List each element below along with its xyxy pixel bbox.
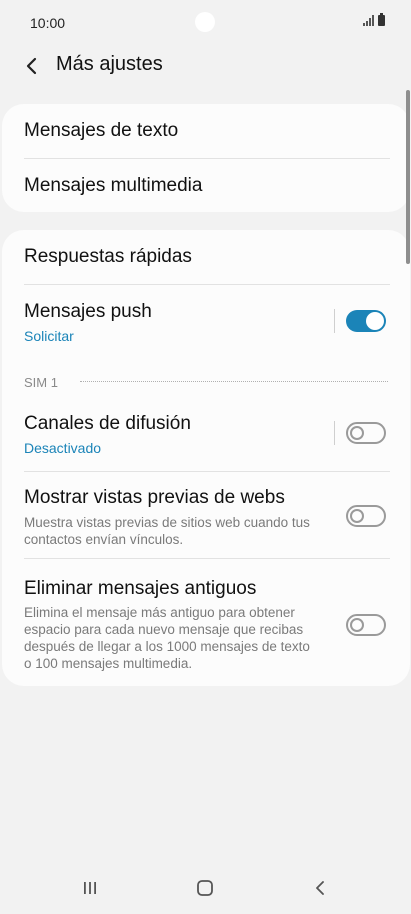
camera-cutout bbox=[195, 12, 215, 32]
text-messages-item[interactable]: Mensajes de texto bbox=[2, 104, 410, 159]
status-bar: 10:00 bbox=[0, 0, 411, 44]
cell-broadcast-value: Desactivado bbox=[24, 440, 102, 456]
quick-replies-item[interactable]: Respuestas rápidas bbox=[2, 230, 410, 284]
cell-broadcast-item[interactable]: Canales de difusión Desactivado bbox=[2, 400, 410, 470]
signal-icon bbox=[363, 15, 374, 26]
push-messages-label: Mensajes push bbox=[24, 301, 152, 322]
web-previews-description: Muestra vistas previas de sitios web cua… bbox=[24, 515, 310, 547]
delete-old-messages-item[interactable]: Eliminar mensajes antiguos Elimina el me… bbox=[2, 559, 410, 686]
cell-broadcast-label: Canales de difusión bbox=[24, 413, 191, 434]
delete-old-messages-toggle[interactable] bbox=[346, 614, 386, 636]
web-previews-label: Mostrar vistas previas de webs bbox=[24, 487, 285, 508]
push-messages-value: Solicitar bbox=[24, 328, 74, 344]
vertical-separator bbox=[334, 309, 335, 333]
multimedia-messages-label: Mensajes multimedia bbox=[24, 175, 203, 196]
settings-group-advanced: Respuestas rápidas Mensajes push Solicit… bbox=[2, 230, 410, 686]
cell-broadcast-toggle[interactable] bbox=[346, 422, 386, 444]
push-messages-item[interactable]: Mensajes push Solicitar bbox=[2, 285, 410, 365]
sim-section-divider bbox=[80, 381, 388, 382]
nav-back-icon bbox=[316, 881, 324, 895]
home-icon bbox=[197, 880, 213, 896]
text-messages-label: Mensajes de texto bbox=[24, 120, 179, 141]
status-time: 10:00 bbox=[30, 15, 66, 31]
navigation-bar bbox=[0, 862, 411, 914]
app-bar: Más ajustes bbox=[0, 44, 411, 88]
home-button[interactable] bbox=[185, 874, 225, 902]
vertical-separator bbox=[334, 421, 335, 445]
recents-button[interactable] bbox=[70, 874, 110, 902]
quick-replies-label: Respuestas rápidas bbox=[24, 246, 192, 267]
page-title: Más ajustes bbox=[56, 53, 163, 75]
sim-section-label: SIM 1 bbox=[24, 375, 58, 390]
status-icons bbox=[363, 13, 385, 26]
delete-old-messages-label: Eliminar mensajes antiguos bbox=[24, 578, 257, 599]
settings-group-messages: Mensajes de texto Mensajes multimedia bbox=[2, 104, 410, 212]
back-button[interactable] bbox=[18, 52, 46, 80]
push-messages-toggle[interactable] bbox=[346, 310, 386, 332]
battery-icon bbox=[378, 13, 385, 26]
delete-old-messages-description: Elimina el mensaje más antiguo para obte… bbox=[24, 605, 310, 671]
scrollbar[interactable] bbox=[406, 90, 410, 264]
multimedia-messages-item[interactable]: Mensajes multimedia bbox=[2, 159, 410, 212]
nav-back-button[interactable] bbox=[300, 874, 340, 902]
web-previews-item[interactable]: Mostrar vistas previas de webs Muestra v… bbox=[2, 472, 410, 558]
web-previews-toggle[interactable] bbox=[346, 505, 386, 527]
recents-icon bbox=[84, 882, 96, 894]
chevron-left-icon bbox=[26, 57, 37, 75]
